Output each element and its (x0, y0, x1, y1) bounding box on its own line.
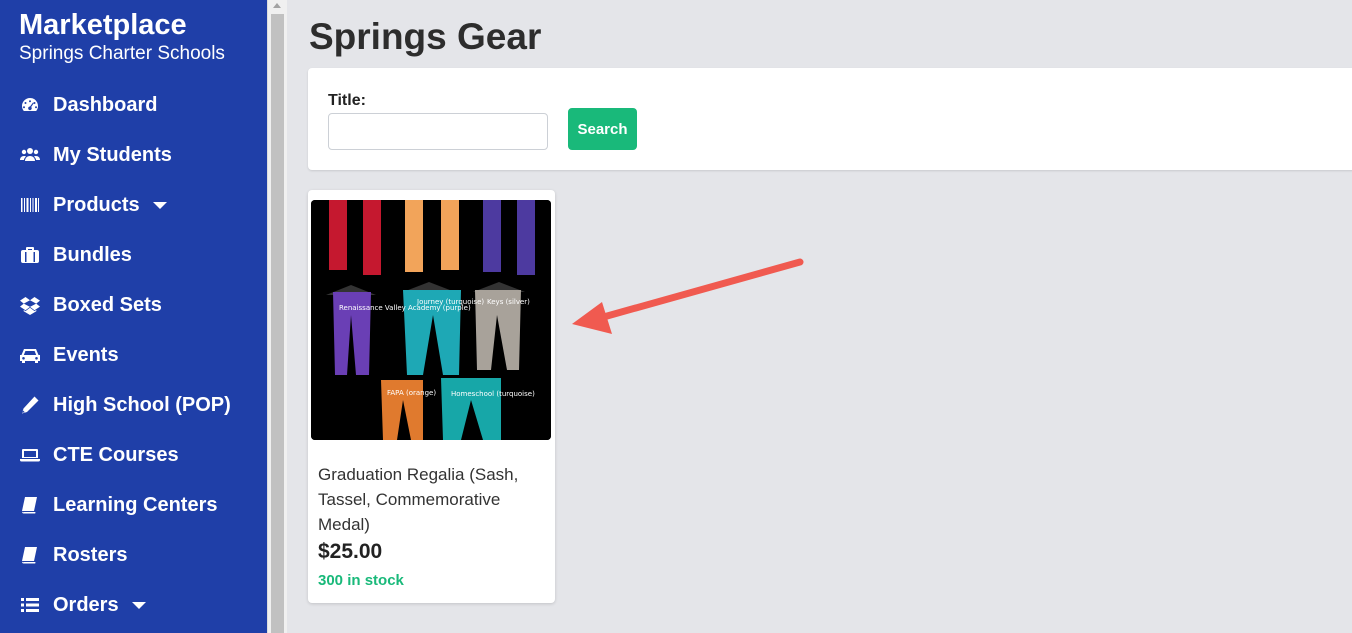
sidebar-item-rosters[interactable]: Rosters (0, 530, 267, 580)
sidebar-item-label: My Students (53, 143, 172, 166)
scroll-up-icon[interactable] (273, 3, 281, 8)
sidebar-item-bundles[interactable]: Bundles (0, 230, 267, 280)
regalia-label: Journey (turquoise) (416, 298, 484, 306)
sidebar-item-label: Rosters (53, 543, 128, 566)
regalia-photo: Renaissance Valley Academy (purple) Jour… (311, 200, 551, 440)
product-image[interactable]: Renaissance Valley Academy (purple) Jour… (311, 200, 551, 440)
dropbox-icon (18, 294, 42, 316)
list-icon (18, 594, 42, 616)
laptop-icon (18, 444, 42, 466)
sidebar: Marketplace Springs Charter Schools Dash… (0, 0, 267, 633)
sidebar-item-events[interactable]: Events (0, 330, 267, 380)
brand-title[interactable]: Marketplace (19, 8, 267, 42)
title-label: Title: (328, 92, 366, 109)
sidebar-item-label: Events (53, 343, 119, 366)
sidebar-item-my-students[interactable]: My Students (0, 130, 267, 180)
sidebar-item-label: Learning Centers (53, 493, 218, 516)
product-price: $25.00 (318, 540, 383, 563)
sidebar-nav: Dashboard My Students Products Bundles B… (0, 80, 267, 630)
brand-subtitle: Springs Charter Schools (19, 43, 225, 64)
dashboard-icon (18, 94, 42, 116)
search-button[interactable]: Search (568, 108, 637, 150)
regalia-label: Keys (silver) (487, 298, 530, 306)
sidebar-scrollbar[interactable] (267, 0, 287, 633)
sidebar-item-label: Products (53, 193, 140, 216)
product-name[interactable]: Graduation Regalia (Sash, Tassel, Commem… (318, 462, 543, 537)
sidebar-item-orders[interactable]: Orders (0, 580, 267, 630)
scrollbar-thumb[interactable] (271, 14, 284, 633)
annotation-arrow (572, 258, 804, 334)
sidebar-item-boxed-sets[interactable]: Boxed Sets (0, 280, 267, 330)
book-icon (18, 544, 42, 566)
book-icon (18, 494, 42, 516)
page-title: Springs Gear (309, 16, 542, 57)
stock-status: 300 in stock (318, 572, 404, 589)
sidebar-item-learning-centers[interactable]: Learning Centers (0, 480, 267, 530)
chevron-down-icon[interactable] (152, 201, 167, 209)
regalia-label: Homeschool (turquoise) (451, 390, 535, 398)
sidebar-item-label: High School (POP) (53, 393, 231, 416)
sidebar-item-high-school-pop[interactable]: High School (POP) (0, 380, 267, 430)
sidebar-item-label: Orders (53, 593, 119, 616)
product-card[interactable]: Renaissance Valley Academy (purple) Jour… (308, 190, 555, 603)
brand: Marketplace Springs Charter Schools (0, 0, 267, 66)
barcode-icon (18, 194, 42, 216)
sidebar-item-products[interactable]: Products (0, 180, 267, 230)
sidebar-item-label: Boxed Sets (53, 293, 162, 316)
pencil-icon (18, 394, 42, 416)
sidebar-item-label: Dashboard (53, 93, 158, 116)
sidebar-item-dashboard[interactable]: Dashboard (0, 80, 267, 130)
regalia-label: FAPA (orange) (387, 389, 436, 397)
sidebar-item-label: CTE Courses (53, 443, 179, 466)
chevron-down-icon[interactable] (131, 601, 146, 609)
users-icon (18, 144, 42, 166)
briefcase-icon (18, 244, 42, 266)
search-panel: Title: Search (308, 68, 1352, 170)
sidebar-item-label: Bundles (53, 243, 132, 266)
title-search-input[interactable] (328, 113, 548, 150)
sidebar-item-cte-courses[interactable]: CTE Courses (0, 430, 267, 480)
car-icon (18, 344, 42, 366)
